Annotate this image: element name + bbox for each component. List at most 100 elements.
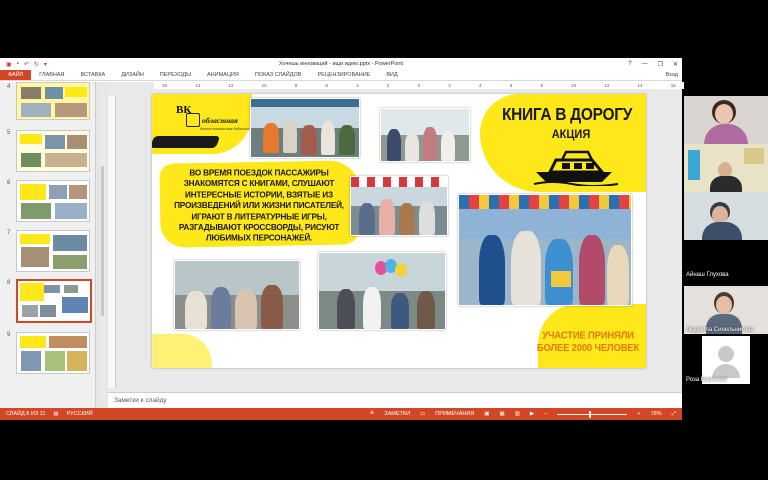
notes-pane[interactable]: Заметки к слайду [108,392,682,408]
ruler-mark: 16 [670,83,676,88]
title-bar: ▣ ▪ ↶ ↻ ▾ Хочешь инноваций - ищи идею.pp… [0,58,682,70]
slide-body-text: ВО ВРЕМЯ ПОЕЗДОК ПАССАЖИРЫ ЗНАКОМЯТСЯ С … [174,168,344,244]
slideshow-icon[interactable]: ▶ [530,411,534,417]
ruler-mark: 16 [162,83,168,88]
ribbon-tabs: ФАЙЛ ГЛАВНАЯ ВСТАВКА ДИЗАЙН ПЕРЕХОДЫ АНИ… [0,70,682,81]
logo-line-1: областная [202,116,238,125]
footer-line-2: БОЛЕЕ 2000 ЧЕЛОВЕК [536,342,640,355]
slide-sorter-icon[interactable]: ▦ [500,411,505,417]
participant-video[interactable]: Людмила Синельникова [684,286,768,334]
ruler-mark: 6 [509,83,513,88]
participant-video[interactable] [684,96,768,144]
thumb-number: 7 [7,230,11,236]
slide-thumbnail-active[interactable] [16,279,92,323]
sign-in-link[interactable]: Вход [666,70,682,80]
ruler-mark: 10 [261,83,267,88]
close-button[interactable]: ✕ [673,61,678,68]
participant-name: Людмила Синельникова [686,327,754,333]
window-controls: ? — ❐ ✕ [628,61,678,68]
powerpoint-window: ▣ ▪ ↶ ↻ ▾ Хочешь инноваций - ищи идею.pp… [0,58,684,420]
ruler-mark: 2 [386,83,390,88]
thumb-number: 6 [7,180,11,186]
comments-button[interactable]: ПРИМЕЧАНИЯ [435,411,474,417]
slide-thumbnail[interactable] [16,130,90,172]
slide-counter: СЛАЙД 8 ИЗ 11 [6,411,46,417]
horizontal-ruler: 16 14 12 10 8 6 4 2 0 2 4 6 8 10 12 14 1 [154,82,684,89]
ruler-mark: 10 [571,83,577,88]
slide-thumbnail[interactable] [16,230,90,272]
screen: ▣ ▪ ↶ ↻ ▾ Хочешь инноваций - ищи идею.pp… [0,0,768,480]
photo-deck-group [350,176,448,236]
normal-view-icon[interactable]: ▣ [484,411,489,417]
notes-button[interactable]: ЗАМЕТКИ [384,411,410,417]
zoom-in-icon[interactable]: + [637,411,640,417]
ruler-mark: 6 [325,83,329,88]
photo-boat-passengers-1 [250,98,360,158]
participant-name: Роза Бакьяева [686,377,727,383]
ruler-mark: 14 [195,83,201,88]
notes-toggle-icon: ≜ [369,411,375,417]
photo-deck-balloons [318,252,446,330]
slide-editor: 16 14 12 10 8 6 4 2 0 2 4 6 8 10 12 14 1 [108,82,684,408]
slide-title: КНИГА В ДОРОГУ [501,105,633,125]
tab-review[interactable]: РЕЦЕНЗИРОВАНИЕ [309,70,378,80]
tab-slideshow[interactable]: ПОКАЗ СЛАЙДОВ [247,70,310,80]
ruler-mark: 0 [417,83,421,88]
reading-view-icon[interactable]: ▥ [515,411,520,417]
slide-thumbnail-pane: 4 5 6 7 8 9 [0,82,96,408]
photo-passengers-seated [174,260,300,330]
participant-tile[interactable]: Айнаш Глухова [684,240,768,284]
thumbnail-scrollbar[interactable] [100,86,105,404]
work-area: 4 5 6 7 8 9 16 14 12 10 8 6 4 2 0 2 4 6 … [0,82,684,408]
photo-children-with-books [458,194,632,306]
thumb-number: 9 [7,332,11,338]
status-bar: СЛАЙД 8 ИЗ 11 ▤ РУССКИЙ ≜ ЗАМЕТКИ ▭ ПРИМ… [0,408,682,420]
minimize-button[interactable]: — [642,61,648,68]
ruler-mark: 8 [540,83,543,88]
tab-design[interactable]: ДИЗАЙН [113,70,152,80]
window-title: Хочешь инноваций - ищи идею.pptx - Power… [278,61,404,67]
vertical-ruler [108,96,116,388]
thumb-number: 8 [7,280,11,286]
participant-name: Айнаш Глухова [686,272,729,278]
spellcheck-icon[interactable]: ▤ [53,411,58,417]
slide-footer-text: УЧАСТИЕ ПРИНЯЛИ БОЛЕЕ 2000 ЧЕЛОВЕК [536,330,640,354]
yellow-brush-shape [152,334,212,368]
zoom-out-icon[interactable]: − [544,411,547,417]
fit-slide-icon[interactable]: ⤢ [672,411,676,418]
slide-thumbnail[interactable] [16,332,90,374]
tab-animations[interactable]: АНИМАЦИЯ [199,70,247,80]
zoom-slider[interactable] [557,410,628,418]
slide-thumbnail[interactable] [16,82,90,120]
participant-video[interactable] [684,144,768,192]
ruler-mark: 12 [604,83,610,88]
logo-line-2: детско-юношеская библиотека [200,126,254,131]
slide-subtitle: АКЦИЯ [551,128,591,142]
tab-home[interactable]: ГЛАВНАЯ [31,70,72,80]
library-logo: ВК областная детско-юношеская библиотека [164,104,254,144]
ruler-mark: 2 [448,83,451,88]
thumb-number: 5 [7,130,11,136]
ruler-mark: 8 [294,83,298,88]
ruler-mark: 12 [228,83,234,88]
participant-tile[interactable]: Роза Бакьяева [684,336,768,384]
thumb-number: 4 [7,84,11,90]
footer-line-1: УЧАСТИЕ ПРИНЯЛИ [542,329,634,342]
help-button[interactable]: ? [628,61,631,68]
tab-view[interactable]: ВИД [378,70,405,80]
restore-button[interactable]: ❐ [658,61,663,68]
book-icon [186,113,200,127]
scrollbar-thumb[interactable] [101,166,104,316]
tab-file[interactable]: ФАЙЛ [0,70,32,80]
slide-thumbnail[interactable] [16,180,90,222]
photo-boat-passengers-2 [380,108,470,162]
participant-video[interactable] [684,192,768,240]
slide-canvas[interactable]: ВК областная детско-юношеская библиотека [152,94,646,368]
zoom-level[interactable]: 78% [651,411,662,417]
ruler-mark: 4 [479,83,482,88]
comments-icon: ▭ [420,411,426,417]
tab-insert[interactable]: ВСТАВКА [73,70,114,80]
tab-transitions[interactable]: ПЕРЕХОДЫ [152,70,199,80]
language-indicator[interactable]: РУССКИЙ [67,411,93,417]
ruler-mark: 14 [637,83,643,88]
